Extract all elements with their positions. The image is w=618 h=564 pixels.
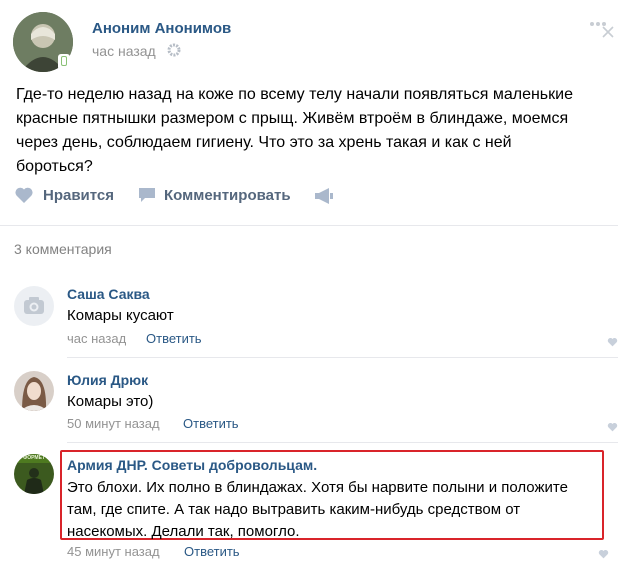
camera-icon [24, 297, 44, 314]
avatar-photo-image [14, 371, 54, 411]
post-time[interactable]: час назад [92, 43, 156, 59]
comment-text: Комары кусают [67, 307, 174, 324]
comment-label: Комментировать [164, 186, 291, 204]
comment-like-icon[interactable] [607, 334, 618, 352]
close-icon[interactable] [602, 25, 614, 38]
comment-like-icon[interactable] [598, 546, 609, 564]
avatar-caption: ФОРМЕТ [23, 455, 45, 461]
gear-icon[interactable] [167, 43, 181, 57]
like-label: Нравится [43, 186, 115, 204]
comment-like-icon[interactable] [607, 419, 618, 437]
like-button[interactable]: Нравится [14, 186, 114, 204]
comment-time[interactable]: 45 минут назад [67, 544, 160, 559]
comment-text: Комары это) [67, 393, 154, 410]
comment-author[interactable]: Саша Саква [67, 286, 150, 302]
comment-author[interactable]: Армия ДНР. Советы добровольцам. [67, 457, 317, 473]
comment-divider [67, 357, 618, 358]
reply-button[interactable]: Ответить [183, 416, 239, 431]
comment-time[interactable]: 50 минут назад [67, 416, 160, 431]
comment-button[interactable]: Комментировать [137, 186, 291, 204]
share-button[interactable] [313, 187, 335, 210]
post-author-name[interactable]: Аноним Анонимов [92, 20, 231, 37]
comments-count: 3 комментария [14, 241, 112, 257]
megaphone-icon [315, 188, 333, 204]
comment-avatar-placeholder[interactable] [14, 286, 54, 326]
comment-avatar-group[interactable]: ФОРМЕТ [14, 454, 54, 494]
comment-divider [67, 442, 618, 443]
post-text: Где-то неделю назад на коже по всему тел… [16, 86, 573, 175]
divider [0, 225, 618, 226]
post-more-icon[interactable] [590, 14, 606, 26]
comment-icon [139, 188, 155, 202]
online-mobile-icon [58, 54, 70, 70]
comment-avatar[interactable] [14, 371, 54, 411]
comment-author[interactable]: Юлия Дрюк [67, 372, 148, 388]
comment-text: Это блохи. Их полно в блиндажах. Хотя бы… [67, 479, 568, 540]
comment-time[interactable]: час назад [67, 331, 126, 346]
reply-button[interactable]: Ответить [184, 544, 240, 559]
reply-button[interactable]: Ответить [146, 331, 202, 346]
heart-icon [15, 187, 33, 203]
